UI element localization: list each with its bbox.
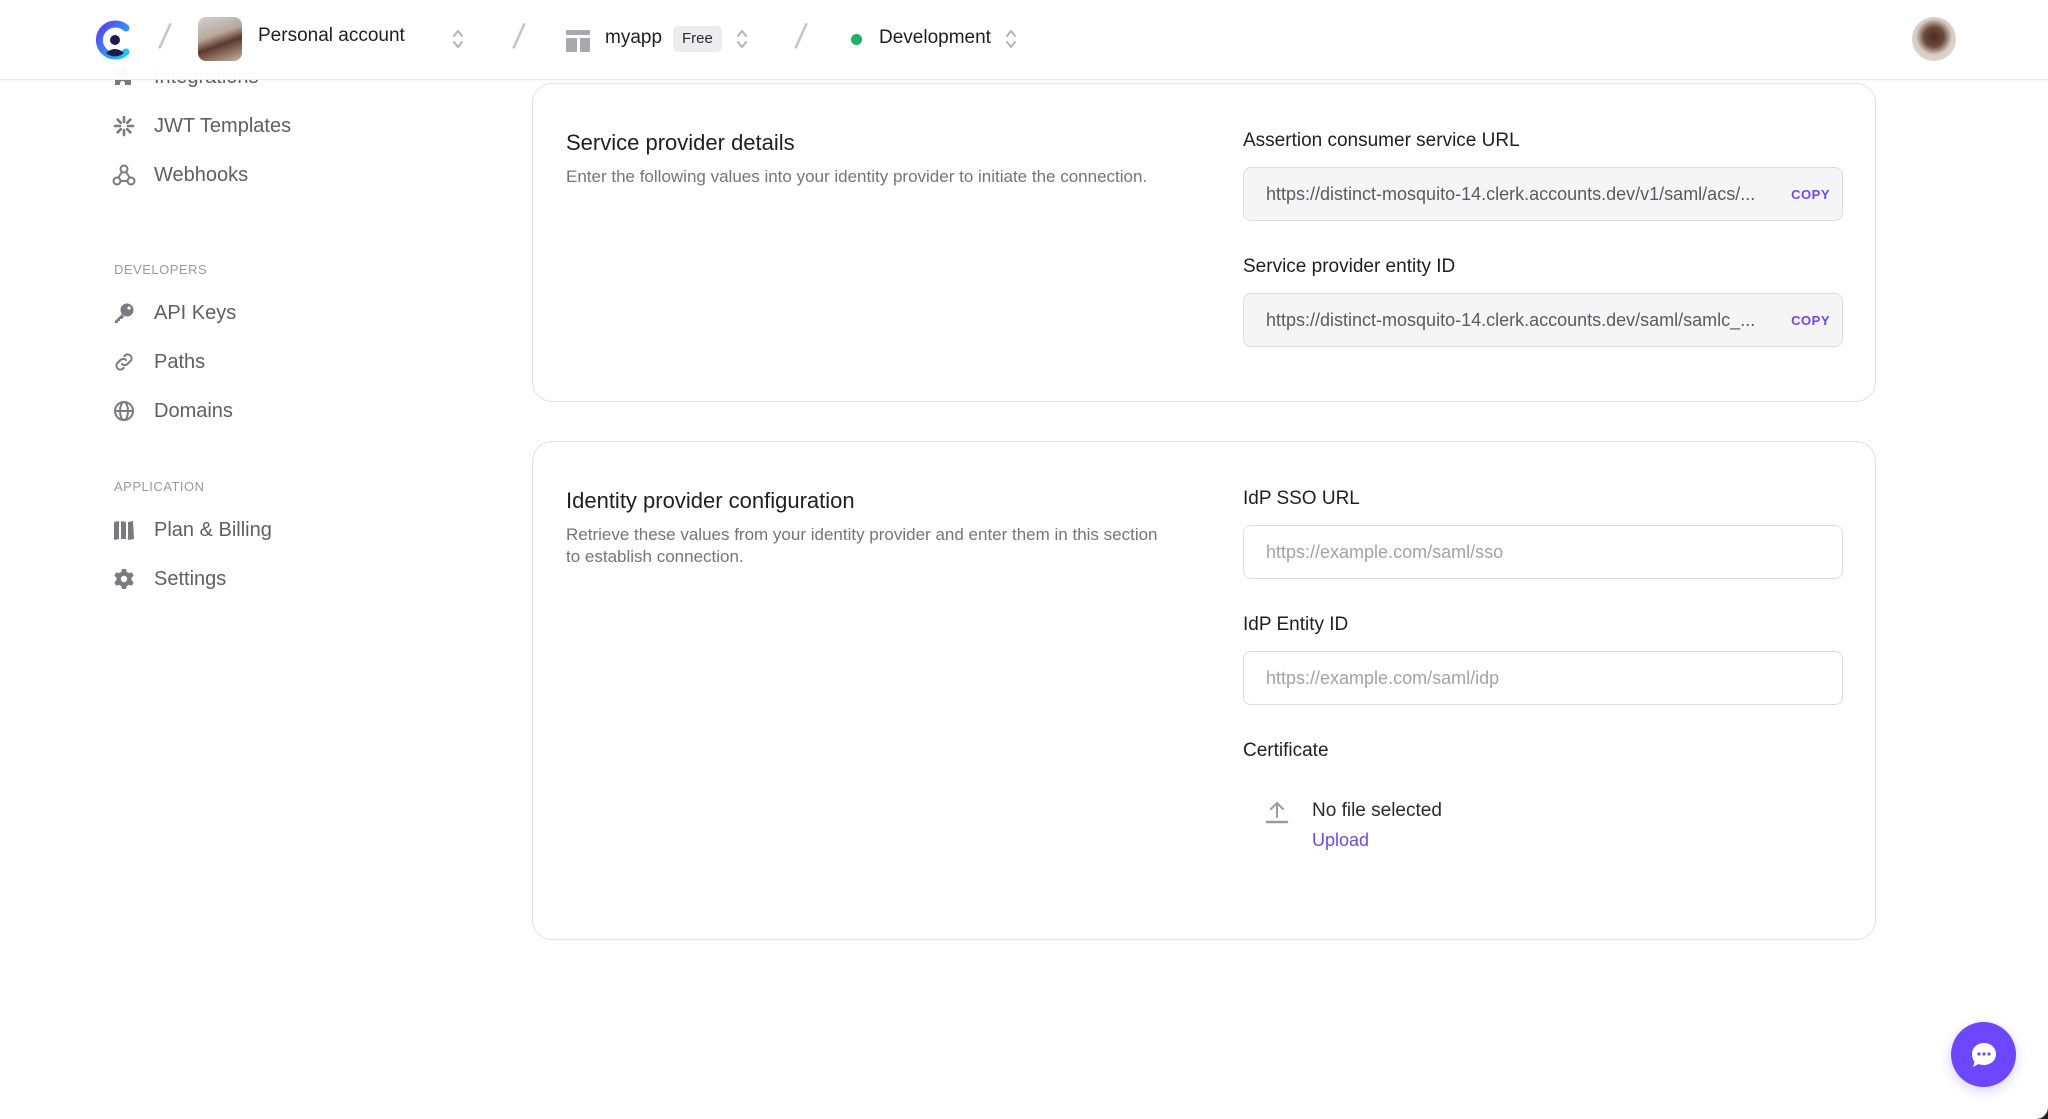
link-icon (112, 350, 136, 374)
globe-icon (112, 399, 136, 423)
certificate-file-status: No file selected (1312, 800, 1442, 821)
section-heading-application: APPLICATION (114, 479, 205, 494)
sidebar-item-domains[interactable]: Domains (112, 396, 233, 426)
account-switcher-chevron-icon[interactable] (451, 27, 465, 51)
acs-url-value: https://distinct-mosquito-14.clerk.accou… (1266, 183, 1756, 204)
sidebar-item-label: Domains (154, 399, 233, 422)
sidebar-item-label: Settings (154, 567, 227, 590)
section-heading-developers: DEVELOPERS (114, 262, 208, 277)
key-icon (112, 301, 136, 325)
webhook-icon (112, 163, 136, 187)
user-avatar[interactable] (1912, 17, 1956, 61)
acs-url-label: Assertion consumer service URL (1243, 130, 1520, 151)
window-corner (2034, 1105, 2048, 1119)
chat-bubble-icon (1971, 1042, 1996, 1067)
sparkle-icon (112, 114, 136, 138)
environment-switcher-chevron-icon[interactable] (1004, 27, 1018, 51)
service-provider-details-card: Service provider details Enter the follo… (532, 83, 1876, 402)
copy-acs-url-button[interactable]: COPY (1791, 187, 1830, 202)
card-title: Identity provider configuration (566, 488, 855, 513)
clerk-logo-icon[interactable] (96, 20, 132, 60)
card-description: Retrieve these values from your identity… (566, 525, 1158, 566)
billing-icon (112, 518, 136, 542)
entity-id-value: https://distinct-mosquito-14.clerk.accou… (1266, 309, 1756, 330)
top-bar: / Personal account / myapp Free / Develo… (0, 0, 2048, 80)
gear-icon (112, 567, 136, 591)
idp-entity-id-input[interactable] (1243, 651, 1843, 705)
card-description: Enter the following values into your ide… (566, 167, 1148, 186)
entity-id-field[interactable]: https://distinct-mosquito-14.clerk.accou… (1243, 293, 1843, 347)
sidebar-item-paths[interactable]: Paths (112, 347, 205, 377)
upload-certificate-link[interactable]: Upload (1312, 830, 1369, 851)
account-avatar[interactable] (198, 17, 242, 61)
sidebar-item-label: Paths (154, 350, 206, 373)
sidebar-item-label: Plan & Billing (154, 518, 272, 541)
support-chat-button[interactable] (1951, 1022, 2016, 1087)
sidebar-item-api-keys[interactable]: API Keys (112, 298, 236, 328)
breadcrumb-separator: / (156, 18, 173, 56)
card-title: Service provider details (566, 130, 795, 155)
sidebar-item-plan-billing[interactable]: Plan & Billing (112, 515, 272, 545)
idp-sso-url-input[interactable] (1243, 525, 1843, 579)
sidebar: Integrations JWT Templates Webhooks DEVE… (0, 66, 520, 1119)
sidebar-item-webhooks[interactable]: Webhooks (112, 160, 248, 190)
breadcrumb-separator: / (792, 18, 809, 56)
environment-status-dot (851, 34, 862, 45)
environment-switcher-label[interactable]: Development (879, 27, 991, 49)
application-layout-icon (566, 30, 590, 52)
breadcrumb-separator: / (510, 18, 527, 56)
acs-url-field[interactable]: https://distinct-mosquito-14.clerk.accou… (1243, 167, 1843, 221)
plan-badge: Free (673, 26, 722, 52)
sidebar-item-label: Webhooks (154, 163, 249, 186)
identity-provider-configuration-card: Identity provider configuration Retrieve… (532, 441, 1876, 940)
application-switcher-label[interactable]: myapp (605, 27, 662, 49)
entity-id-label: Service provider entity ID (1243, 256, 1456, 277)
sidebar-item-label: JWT Templates (154, 114, 292, 137)
sidebar-item-jwt-templates[interactable]: JWT Templates (112, 111, 291, 141)
idp-entity-id-label: IdP Entity ID (1243, 614, 1349, 635)
account-switcher-label[interactable]: Personal account (258, 25, 405, 47)
certificate-label: Certificate (1243, 740, 1329, 761)
copy-entity-id-button[interactable]: COPY (1791, 313, 1830, 328)
upload-icon (1265, 802, 1289, 824)
sidebar-item-settings[interactable]: Settings (112, 564, 226, 594)
idp-sso-url-label: IdP SSO URL (1243, 488, 1360, 509)
application-switcher-chevron-icon[interactable] (735, 27, 749, 51)
sidebar-item-label: API Keys (154, 301, 237, 324)
